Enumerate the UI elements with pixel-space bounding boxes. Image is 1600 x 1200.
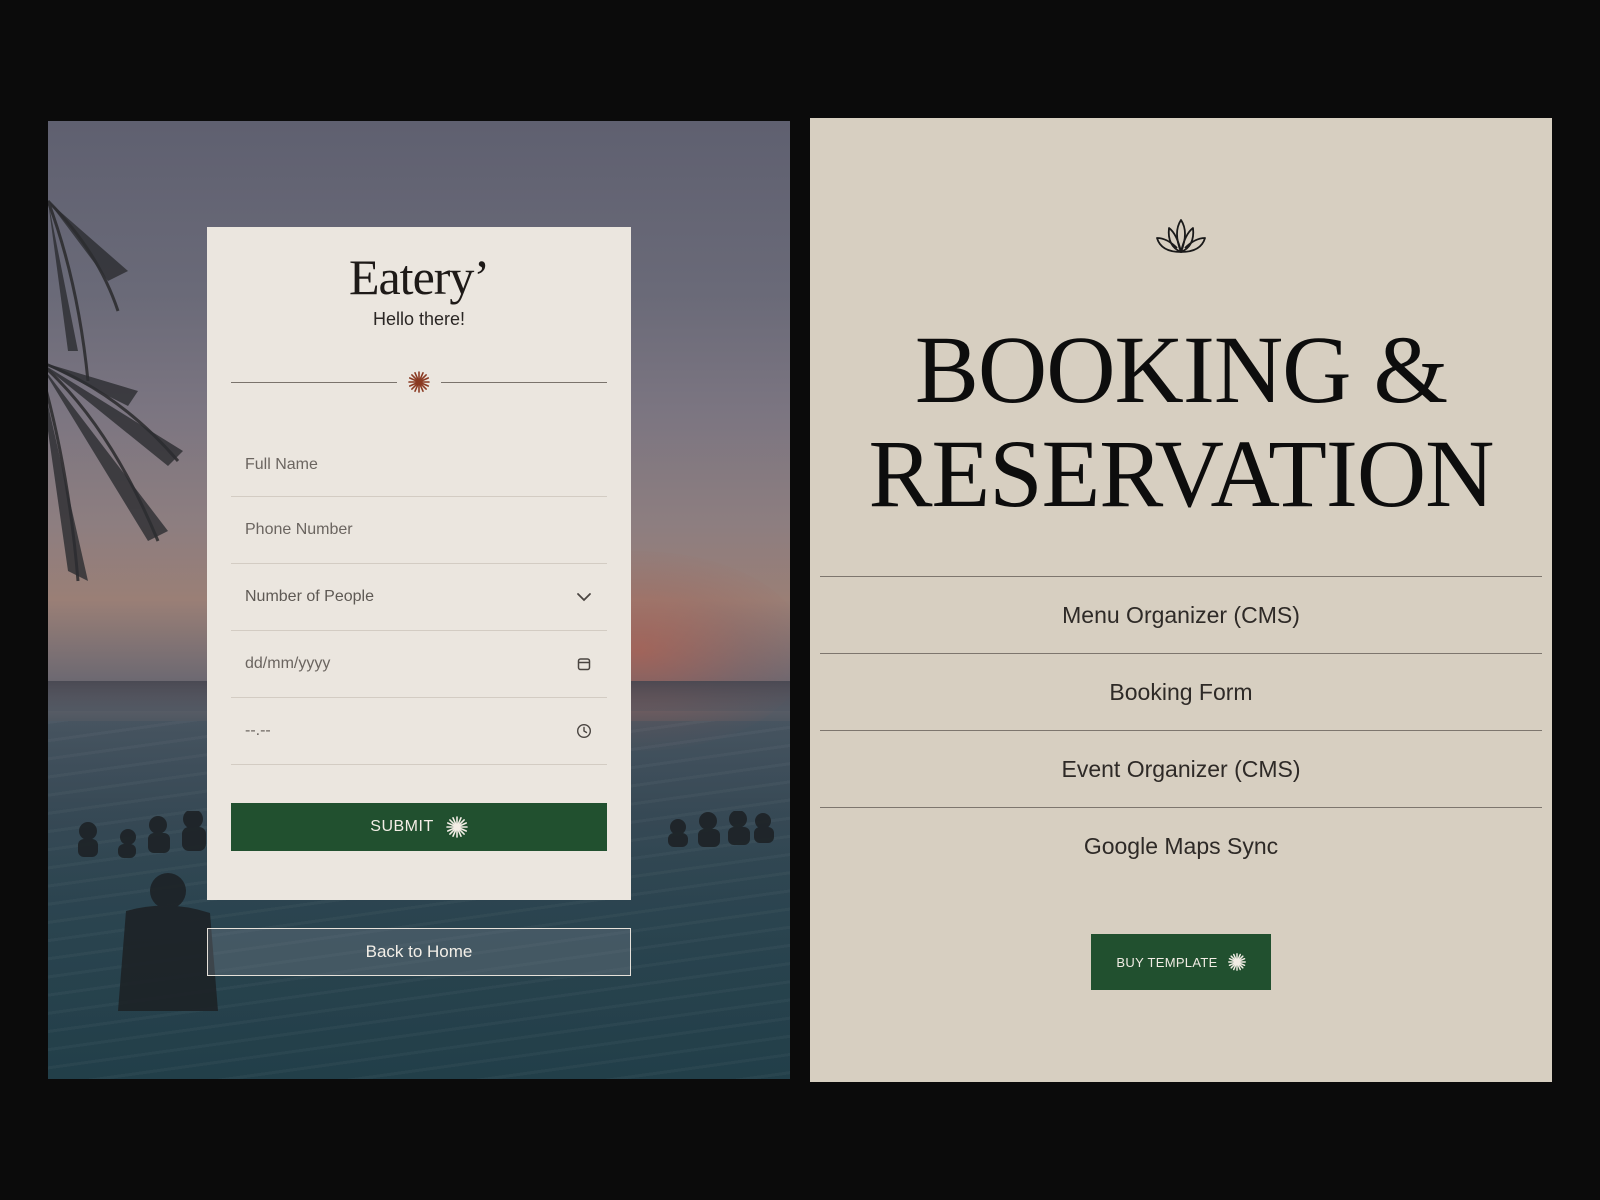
form-fields: Number of People xyxy=(231,434,607,765)
divider-line xyxy=(231,381,397,383)
reservation-form-card: Eatery’ Hello there! Full Name Phone Num… xyxy=(207,227,631,900)
buy-template-button[interactable]: BUY TEMPLATE xyxy=(1091,934,1271,990)
clock-icon[interactable] xyxy=(575,722,593,740)
feature-item: Booking Form xyxy=(820,653,1542,730)
calendar-icon[interactable] xyxy=(575,655,593,673)
template-showcase: BOOKING & RESERVATION Menu Organizer (CM… xyxy=(810,118,1552,1082)
feature-list: Menu Organizer (CMS) Booking Form Event … xyxy=(820,576,1542,884)
full-name-field xyxy=(231,434,607,497)
full-name-input[interactable] xyxy=(245,456,545,474)
chevron-down-icon[interactable] xyxy=(575,588,593,606)
buy-template-label: BUY TEMPLATE xyxy=(1116,954,1218,970)
feature-item: Event Organizer (CMS) xyxy=(820,730,1542,807)
title-line-1: BOOKING & xyxy=(914,316,1448,423)
date-input[interactable] xyxy=(245,655,545,673)
time-input[interactable] xyxy=(245,722,545,740)
feature-item: Google Maps Sync xyxy=(820,807,1542,884)
phone-number-input[interactable] xyxy=(245,521,545,539)
submit-label: SUBMIT xyxy=(370,818,434,835)
time-field xyxy=(231,698,607,765)
decorative-divider xyxy=(231,370,607,394)
starburst-icon xyxy=(407,370,431,394)
title-line-2: RESERVATION xyxy=(868,420,1495,527)
starburst-icon xyxy=(445,816,468,838)
brand-logo: Eatery’ xyxy=(348,249,490,305)
date-field xyxy=(231,631,607,698)
number-of-people-select[interactable]: Number of People xyxy=(231,564,607,631)
divider-line xyxy=(441,381,607,383)
feature-item: Menu Organizer (CMS) xyxy=(820,576,1542,653)
page-title: BOOKING & RESERVATION xyxy=(810,318,1552,526)
starburst-icon xyxy=(1227,953,1246,971)
palm-tree-decoration xyxy=(48,199,183,582)
back-to-home-button[interactable]: Back to Home xyxy=(207,928,631,976)
greeting-text: Hello there! xyxy=(372,309,466,329)
number-of-people-label: Number of People xyxy=(245,588,374,605)
lotus-icon xyxy=(1156,219,1206,253)
phone-number-field xyxy=(231,497,607,564)
submit-button[interactable]: SUBMIT xyxy=(231,803,607,851)
booking-form-preview: Eatery’ Hello there! Full Name Phone Num… xyxy=(48,121,790,1079)
